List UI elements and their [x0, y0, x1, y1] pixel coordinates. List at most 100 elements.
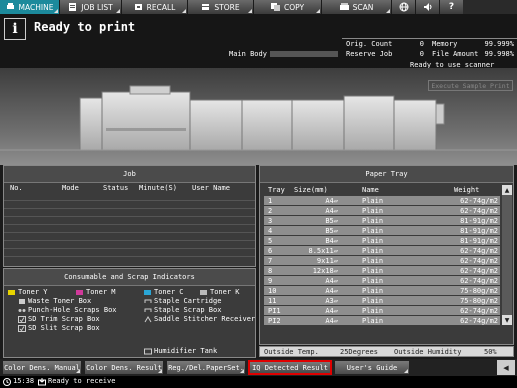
- tray-scrollbar[interactable]: ▲ ▼: [502, 185, 512, 325]
- help-icon: ?: [448, 2, 455, 12]
- scroll-track[interactable]: [502, 195, 512, 315]
- tab-job-list[interactable]: JOB LIST: [60, 0, 122, 14]
- scroll-up-button[interactable]: ▲: [502, 185, 512, 195]
- humidifier-tank-indicator: Humidifier Tank: [144, 347, 217, 355]
- reserve-job-value: 0: [419, 50, 424, 58]
- tray-row[interactable]: 10 A4▱ Plain 75-80g/m2: [264, 286, 500, 296]
- slit-scrap-icon: [18, 324, 26, 332]
- tray-size: B4▱: [325, 237, 338, 245]
- environment-bar: Outside Temp. 25Degrees Outside Humidity…: [259, 346, 514, 357]
- staple-scrap-icon: [144, 308, 152, 312]
- tab-machine[interactable]: MACHINE: [0, 0, 60, 14]
- page-title: Ready to print: [34, 20, 136, 34]
- tray-header-row: Tray Size(mm) Name Weight: [264, 185, 500, 196]
- tray-size: A3▱: [325, 297, 338, 305]
- counter-row: Orig. Count 0 Memory 99.999%: [342, 39, 517, 49]
- iq-detected-result-label: IQ Detected Result: [252, 363, 328, 372]
- tray-weight: 62-74g/m2: [460, 197, 498, 205]
- tab-copy[interactable]: COPY: [254, 0, 322, 14]
- tray-row[interactable]: 6 8.5x11▱ Plain 62-74g/m2: [264, 246, 500, 256]
- tray-row[interactable]: 11 A3▱ Plain 75-80g/m2: [264, 296, 500, 306]
- job-row[interactable]: [4, 241, 255, 249]
- tray-size: B5▱: [325, 227, 338, 235]
- job-row[interactable]: [4, 233, 255, 241]
- toner-k-indicator: Toner K: [200, 288, 240, 296]
- tab-corner-marker: [248, 9, 252, 13]
- tray-weight: 62-74g/m2: [460, 317, 498, 325]
- status-time: 15:38: [13, 377, 35, 385]
- reg-del-paperset-button[interactable]: Reg./Del.PaperSet.: [166, 360, 246, 375]
- tray-row[interactable]: 3 B5▱ Plain 81-91g/m2: [264, 216, 500, 226]
- users-guide-button[interactable]: User's Guide: [334, 360, 410, 375]
- toner-bottle-icon: [8, 289, 15, 295]
- waste-toner-label: Waste Toner Box: [28, 297, 92, 305]
- tray-size: 8.5x11▱: [308, 247, 338, 255]
- job-row[interactable]: [4, 217, 255, 225]
- tray-row[interactable]: 5 B4▱ Plain 81-91g/m2: [264, 236, 500, 246]
- paper-tray-title: Paper Tray: [260, 166, 513, 183]
- outside-temp-label: Outside Temp.: [264, 348, 319, 356]
- tray-col-weight: Weight: [454, 186, 480, 194]
- tab-scan[interactable]: SCAN: [322, 0, 392, 14]
- color-dens-manual-button[interactable]: Color Dens. Manual: [2, 360, 82, 375]
- toner-c-indicator: Toner C: [144, 288, 184, 296]
- scroll-down-button[interactable]: ▼: [502, 315, 512, 325]
- sd-slit-label: SD Slit Scrap Box: [28, 324, 100, 332]
- punch-hole-icon: [18, 308, 26, 312]
- tray-paper-name: Plain: [362, 257, 384, 265]
- job-row[interactable]: [4, 209, 255, 217]
- speaker-icon: [423, 3, 431, 11]
- consumables-title: Consumable and Scrap Indicators: [4, 269, 255, 286]
- job-col-no: No.: [10, 184, 23, 192]
- info-icon: i: [4, 18, 26, 40]
- job-row[interactable]: [4, 193, 255, 201]
- volume-button[interactable]: [416, 0, 440, 14]
- tab-corner-marker: [54, 9, 58, 13]
- execute-sample-print-button[interactable]: Execute Sample Print: [428, 80, 513, 91]
- toner-c-label: Toner C: [154, 288, 184, 296]
- trim-scrap-icon: [18, 315, 26, 323]
- tab-recall[interactable]: RECALL: [122, 0, 188, 14]
- tray-weight: 81-91g/m2: [460, 237, 498, 245]
- staple-cartridge-label: Staple Cartridge: [154, 297, 222, 305]
- tray-paper-name: Plain: [362, 277, 384, 285]
- tab-scan-label: SCAN: [352, 2, 374, 12]
- color-dens-result-button[interactable]: Color Dens. Result: [84, 360, 164, 375]
- tray-row[interactable]: PI1 A4▱ Plain 62-74g/m2: [264, 306, 500, 316]
- tray-weight: 81-91g/m2: [460, 227, 498, 235]
- tray-row[interactable]: 4 B5▱ Plain 81-91g/m2: [264, 226, 500, 236]
- tray-number: 5: [268, 237, 273, 245]
- tray-row[interactable]: 7 9x11▱ Plain 62-74g/m2: [264, 256, 500, 266]
- tray-rows: 1 A4▱ Plain 62-74g/m2 2 A4▱ Plain 62-74g/m2 3 B5▱…: [264, 196, 500, 326]
- job-row[interactable]: [4, 249, 255, 257]
- job-col-mode: Mode: [62, 184, 79, 192]
- outside-humidity-value: 50%: [484, 348, 497, 356]
- reserve-job-label: Reserve Job: [346, 50, 393, 58]
- saddle-stitcher-label: Saddle Stitcher Receiver: [154, 315, 256, 323]
- help-button[interactable]: ?: [440, 0, 463, 14]
- counter-row: Reserve Job 0 File Amount 99.998%: [342, 49, 517, 59]
- tab-store[interactable]: STORE: [188, 0, 254, 14]
- tray-weight: 62-74g/m2: [460, 307, 498, 315]
- scroll-left-button[interactable]: ◀: [497, 360, 515, 375]
- job-list: [4, 193, 255, 257]
- toner-bottle-icon: [144, 289, 151, 295]
- tray-row[interactable]: PI2 A4▱ Plain 62-74g/m2: [264, 316, 500, 326]
- staple-scrap-label: Staple Scrap Box: [154, 306, 222, 314]
- iq-detected-result-button[interactable]: IQ Detected Result: [248, 360, 332, 375]
- tray-row[interactable]: 9 A4▱ Plain 62-74g/m2: [264, 276, 500, 286]
- tray-weight: 75-80g/m2: [460, 297, 498, 305]
- humidifier-tank-label: Humidifier Tank: [154, 347, 218, 355]
- toner-y-indicator: Toner Y: [8, 288, 48, 296]
- tray-row[interactable]: 2 A4▱ Plain 62-74g/m2: [264, 206, 500, 216]
- tray-row[interactable]: 8 12x18▱ Plain 62-74g/m2: [264, 266, 500, 276]
- tray-row[interactable]: 1 A4▱ Plain 62-74g/m2: [264, 196, 500, 206]
- punch-hole-label: Punch-Hole Scraps Box: [28, 306, 117, 314]
- globe-button[interactable]: [392, 0, 416, 14]
- tab-machine-label: MACHINE: [18, 2, 54, 12]
- job-row[interactable]: [4, 225, 255, 233]
- button-corner-marker: [240, 369, 244, 373]
- job-row[interactable]: [4, 201, 255, 209]
- consumables-panel: Consumable and Scrap Indicators Toner Y …: [3, 268, 256, 358]
- staple-scrap-indicator: Staple Scrap Box: [144, 306, 221, 314]
